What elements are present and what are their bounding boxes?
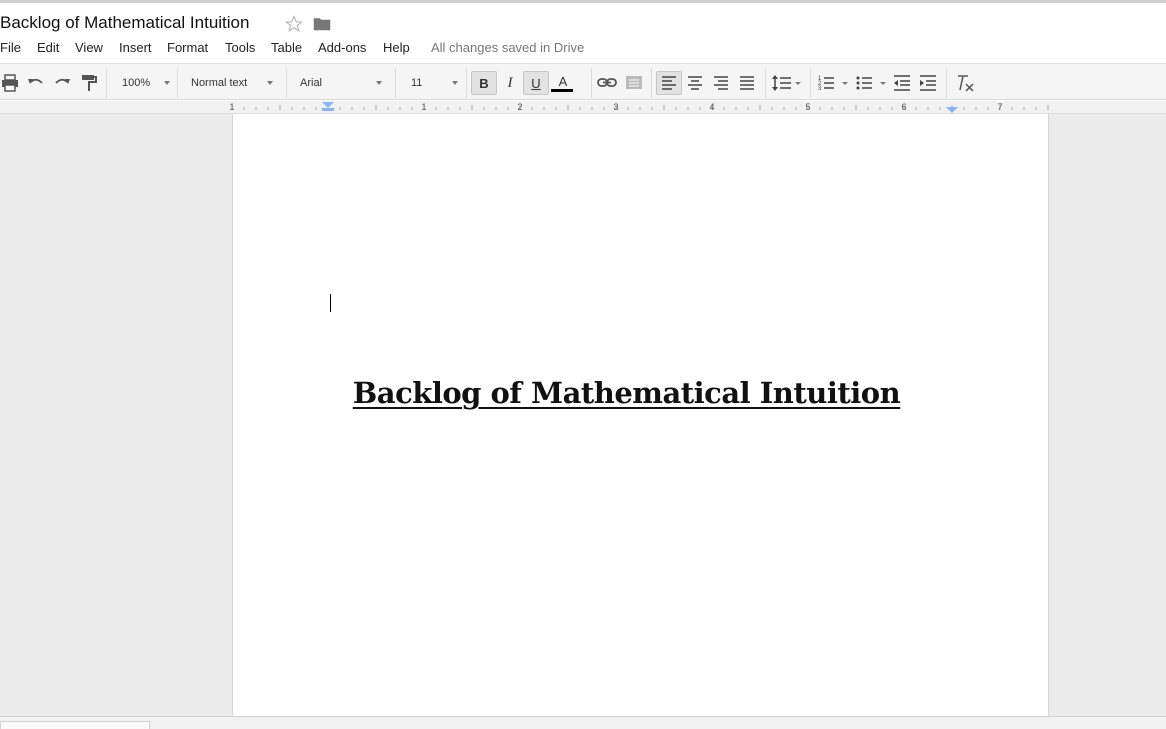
toolbar-separator — [395, 68, 396, 98]
italic-label: I — [507, 74, 513, 91]
ruler[interactable]: 1 1 2 3 4 5 6 7 — [0, 101, 1166, 114]
numbered-list-icon[interactable]: 1 2 3 — [816, 71, 850, 95]
undo-icon[interactable] — [26, 71, 46, 95]
align-left-icon[interactable] — [656, 71, 682, 95]
ruler-label: 4 — [709, 102, 714, 112]
font-select[interactable]: Arial — [300, 71, 382, 95]
font-size-select[interactable]: 11 — [411, 71, 458, 95]
chevron-down-icon — [164, 81, 170, 85]
font-size-value: 11 — [411, 77, 423, 89]
menu-file[interactable]: File — [0, 40, 21, 55]
text-cursor — [330, 294, 331, 312]
increase-indent-icon[interactable] — [918, 71, 938, 95]
clear-formatting-icon[interactable] — [954, 71, 976, 95]
bold-button[interactable]: B — [471, 71, 497, 95]
menu-bar: File Edit View Insert Format Tools Table… — [0, 38, 1166, 58]
menu-view[interactable]: View — [75, 40, 103, 55]
align-center-icon[interactable] — [684, 71, 706, 95]
toolbar: 100% Normal text Arial 11 B I U A 1 2 3 — [0, 63, 1166, 100]
text-color-swatch — [551, 88, 573, 92]
ruler-label: 2 — [517, 102, 522, 112]
left-indent-marker[interactable] — [322, 102, 334, 108]
line-spacing-icon[interactable] — [771, 71, 803, 95]
chevron-down-icon — [376, 81, 382, 85]
justify-icon[interactable] — [736, 71, 758, 95]
print-icon[interactable] — [0, 71, 20, 95]
decrease-indent-icon[interactable] — [892, 71, 912, 95]
comment-icon[interactable] — [624, 71, 644, 95]
align-right-icon[interactable] — [710, 71, 732, 95]
toolbar-separator — [286, 68, 287, 98]
menu-format[interactable]: Format — [167, 40, 208, 55]
menu-table[interactable]: Table — [271, 40, 302, 55]
redo-icon[interactable] — [52, 71, 72, 95]
star-icon[interactable] — [285, 15, 303, 33]
toolbar-separator — [810, 68, 811, 98]
text-color-button[interactable]: A — [551, 71, 583, 95]
bottom-bar — [0, 716, 1166, 729]
document-heading[interactable]: Backlog of Mathematical Intuition — [233, 376, 1020, 410]
link-icon[interactable] — [597, 71, 617, 95]
ruler-label: 1 — [421, 102, 426, 112]
toolbar-separator — [591, 68, 592, 98]
toolbar-separator — [765, 68, 766, 98]
chevron-down-icon — [452, 81, 458, 85]
chevron-down-icon — [267, 81, 273, 85]
menu-edit[interactable]: Edit — [37, 40, 59, 55]
menu-add-ons[interactable]: Add-ons — [318, 40, 366, 55]
document-page[interactable]: Backlog of Mathematical Intuition — [232, 114, 1049, 716]
zoom-select[interactable]: 100% — [122, 71, 170, 95]
title-bar: Backlog of Mathematical Intuition — [0, 0, 1166, 38]
ruler-label: 1 — [229, 102, 234, 112]
font-value: Arial — [300, 77, 323, 89]
paint-format-icon[interactable] — [79, 71, 99, 95]
toolbar-separator — [466, 68, 467, 98]
ruler-label: 3 — [613, 102, 618, 112]
italic-button[interactable]: I — [499, 71, 521, 95]
svg-text:3: 3 — [818, 86, 822, 92]
document-title[interactable]: Backlog of Mathematical Intuition — [0, 13, 249, 33]
save-status[interactable]: All changes saved in Drive — [431, 40, 584, 55]
ruler-label: 5 — [805, 102, 810, 112]
document-canvas: Backlog of Mathematical Intuition — [0, 114, 1166, 716]
ruler-label: 7 — [997, 102, 1002, 112]
toolbar-separator — [177, 68, 178, 98]
right-indent-marker[interactable] — [946, 107, 958, 113]
bold-label: B — [479, 75, 489, 91]
menu-insert[interactable]: Insert — [119, 40, 152, 55]
underline-button[interactable]: U — [523, 71, 549, 95]
paragraph-style-value: Normal text — [191, 77, 248, 89]
bottom-tab[interactable] — [0, 721, 150, 729]
underline-label: U — [531, 75, 541, 91]
bulleted-list-icon[interactable] — [854, 71, 888, 95]
paragraph-style-select[interactable]: Normal text — [191, 71, 273, 95]
text-color-label: A — [558, 73, 568, 89]
menu-tools[interactable]: Tools — [225, 40, 255, 55]
toolbar-separator — [106, 68, 107, 98]
menu-help[interactable]: Help — [383, 40, 410, 55]
folder-icon[interactable] — [313, 16, 331, 31]
ruler-label: 6 — [901, 102, 906, 112]
zoom-value: 100% — [122, 77, 151, 89]
toolbar-separator — [651, 68, 652, 98]
first-line-indent-marker[interactable] — [322, 108, 334, 111]
toolbar-separator — [946, 68, 947, 98]
